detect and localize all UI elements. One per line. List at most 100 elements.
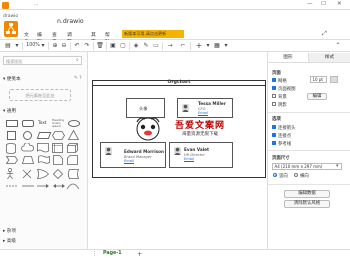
to-front-icon[interactable]: ▣: [109, 41, 117, 51]
shape-text[interactable]: Text: [38, 120, 46, 125]
portrait-radio[interactable]: [273, 173, 277, 177]
connection-points-checkbox[interactable]: [272, 133, 276, 137]
insert-icon[interactable]: +: [193, 41, 205, 51]
shape-document[interactable]: [37, 143, 49, 155]
shape-line[interactable]: [22, 183, 34, 191]
orgchart-title[interactable]: Orgchart: [92, 80, 266, 86]
maximize-icon[interactable]: ☐: [321, 1, 326, 7]
shape-cylinder[interactable]: [6, 143, 16, 156]
org-node-top[interactable]: 头像: [126, 98, 165, 118]
undo-icon[interactable]: ↶: [73, 41, 81, 51]
org-card-edward[interactable]: Edward Morrison Brand Manager Email: [100, 142, 166, 168]
shape-parallelogram[interactable]: [36, 132, 52, 139]
shadow-checkbox[interactable]: [272, 102, 276, 106]
landscape-label: 横向: [300, 173, 309, 179]
collapse-icon[interactable]: ⌃: [333, 41, 343, 51]
delete-icon[interactable]: 🗑: [96, 41, 104, 51]
shape-tape[interactable]: [38, 155, 50, 166]
divider: [268, 150, 350, 151]
add-page-button[interactable]: +: [137, 250, 142, 258]
person-name: Edward Morrison: [124, 149, 165, 154]
edit-data-button[interactable]: 编辑数据: [284, 190, 330, 198]
scratchpad-drop-area[interactable]: 把元素拖至此处: [9, 89, 71, 101]
zoom-dropdown-icon[interactable]: ▾: [40, 41, 46, 51]
shape-x[interactable]: [22, 169, 32, 181]
grid-color-swatch[interactable]: [330, 76, 338, 83]
to-back-icon[interactable]: ▢: [119, 41, 127, 51]
shape-bidirectional-arrow[interactable]: [53, 183, 65, 191]
shape-rectangle[interactable]: [6, 120, 18, 127]
grid-checkbox[interactable]: [272, 78, 276, 82]
line-color-icon[interactable]: ✎: [142, 41, 150, 51]
person-email-link[interactable]: Email: [198, 111, 208, 115]
shape-arrow[interactable]: [37, 183, 49, 191]
edit-scratchpad-icon[interactable]: ✎ ?: [74, 76, 82, 81]
guides-checkbox[interactable]: [272, 141, 276, 145]
redo-icon[interactable]: ↷: [83, 41, 91, 51]
section-advanced[interactable]: ▸ 高级: [3, 238, 16, 244]
search-input[interactable]: 搜索图形: [3, 56, 82, 65]
landscape-radio[interactable]: [294, 173, 298, 177]
shape-diamond[interactable]: [52, 168, 64, 181]
shape-trapezoid[interactable]: [21, 156, 35, 166]
org-card-evan[interactable]: Evan Valet HR Director Email: [169, 142, 233, 168]
shape-cube[interactable]: [67, 143, 78, 155]
shape-cloud[interactable]: [21, 142, 34, 154]
chevron-down-icon[interactable]: ▾: [14, 41, 20, 51]
clear-default-style-button[interactable]: 清除默认风格: [284, 200, 330, 208]
zoom-out-icon[interactable]: ⊖: [60, 41, 68, 51]
table-dropdown-icon[interactable]: ▾: [223, 41, 229, 51]
shape-internal-storage[interactable]: [52, 143, 63, 155]
chevron-down-icon: ▾: [336, 163, 339, 169]
shadow-icon[interactable]: ▭: [152, 41, 160, 51]
zoom-in-icon[interactable]: ⊕: [51, 41, 59, 51]
background-checkbox[interactable]: [272, 94, 276, 98]
org-node-top-label: 头像: [139, 105, 148, 111]
update-banner[interactable]: 新版本可用,请点击更新: [122, 30, 184, 38]
shape-step[interactable]: [5, 156, 18, 166]
org-card-tessa[interactable]: Tessa Miller CFO Email: [177, 98, 233, 118]
table-icon[interactable]: ▦: [213, 41, 221, 51]
shape-circle[interactable]: [23, 131, 32, 140]
page-menu-icon[interactable]: ⋮: [92, 251, 97, 257]
shape-note[interactable]: [53, 155, 63, 167]
shape-data-storage[interactable]: [67, 169, 80, 181]
shape-card[interactable]: [67, 155, 78, 167]
person-name: Tessa Miller: [198, 101, 226, 106]
section-scratchpad[interactable]: ▾ 便笺本: [3, 76, 21, 82]
tab-diagram[interactable]: 图形: [268, 53, 308, 63]
shape-textbox[interactable]: Heading lorem ipsum: [52, 119, 64, 128]
shape-hexagon[interactable]: [52, 131, 65, 142]
shape-curve[interactable]: [66, 182, 80, 192]
document-name[interactable]: n.drawio: [57, 18, 84, 25]
paper-size-select[interactable]: A4 (210 mm x 297 mm): [272, 163, 342, 170]
connection-points-label: 连接点: [278, 133, 292, 139]
zoom-level[interactable]: 100%: [25, 41, 41, 51]
person-email-link[interactable]: Email: [184, 157, 194, 161]
shape-or[interactable]: [36, 169, 50, 181]
connection-icon[interactable]: →: [165, 41, 175, 51]
minimize-icon[interactable]: —: [307, 1, 313, 7]
shape-ellipse[interactable]: [68, 120, 80, 127]
shape-line-dashed[interactable]: [6, 183, 18, 191]
format-panel-icon[interactable]: ▤: [4, 41, 12, 51]
tab-style[interactable]: 样式: [308, 53, 350, 63]
grid-size-input[interactable]: 10 pt: [310, 76, 327, 83]
portrait-label: 竖向: [279, 173, 288, 179]
close-icon[interactable]: ✕: [337, 1, 342, 7]
page-view-checkbox[interactable]: [272, 86, 276, 90]
fullscreen-icon[interactable]: ⤢: [322, 30, 332, 38]
section-general[interactable]: ▾ 通用: [3, 108, 16, 114]
shape-actor[interactable]: [6, 168, 14, 182]
insert-dropdown-icon[interactable]: ▾: [205, 41, 211, 51]
shape-square[interactable]: [7, 131, 16, 140]
page-tab-page-1[interactable]: Page-1: [103, 251, 122, 256]
edit-background-button[interactable]: 编辑: [307, 93, 327, 100]
person-email-link[interactable]: Email: [124, 159, 134, 163]
waypoints-icon[interactable]: ⌐: [178, 41, 188, 51]
section-misc[interactable]: ▸ 杂项: [3, 228, 16, 234]
shape-triangle[interactable]: [67, 129, 80, 142]
connection-arrows-checkbox[interactable]: [272, 125, 276, 129]
fill-color-icon[interactable]: ◈: [132, 41, 140, 51]
shape-rounded-rectangle[interactable]: [22, 120, 34, 127]
